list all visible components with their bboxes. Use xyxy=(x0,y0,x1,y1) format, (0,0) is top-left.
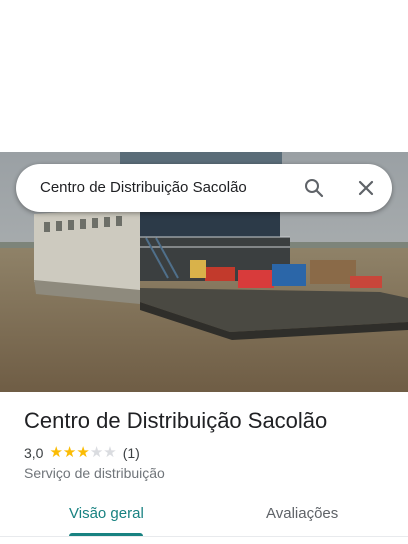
star-empty-icon: ★ xyxy=(89,444,104,461)
rating-value: 3,0 xyxy=(24,445,44,461)
tab-overview[interactable]: Visão geral xyxy=(69,505,144,522)
place-title: Centro de Distribuição Sacolão xyxy=(24,408,328,433)
rating-row[interactable]: 3,0 ★ ★ ★ ★ ★ (1) xyxy=(24,444,140,462)
close-icon[interactable] xyxy=(354,176,378,200)
search-icon[interactable] xyxy=(302,176,326,200)
star-empty-icon: ★ xyxy=(103,444,117,461)
star-filled-icon: ★ xyxy=(62,444,77,461)
review-count[interactable]: (1) xyxy=(123,445,140,461)
star-filled-icon: ★ xyxy=(49,444,63,461)
search-bar[interactable]: Centro de Distribuição Sacolão xyxy=(16,164,392,212)
tabs-divider xyxy=(0,536,408,537)
search-query-text[interactable]: Centro de Distribuição Sacolão xyxy=(40,179,247,196)
place-category[interactable]: Serviço de distribuição xyxy=(24,465,165,481)
rating-stars: ★ ★ ★ ★ ★ xyxy=(49,444,116,462)
map-blank-area xyxy=(0,0,408,152)
tab-reviews[interactable]: Avaliações xyxy=(266,505,338,522)
star-filled-icon: ★ xyxy=(76,444,90,461)
